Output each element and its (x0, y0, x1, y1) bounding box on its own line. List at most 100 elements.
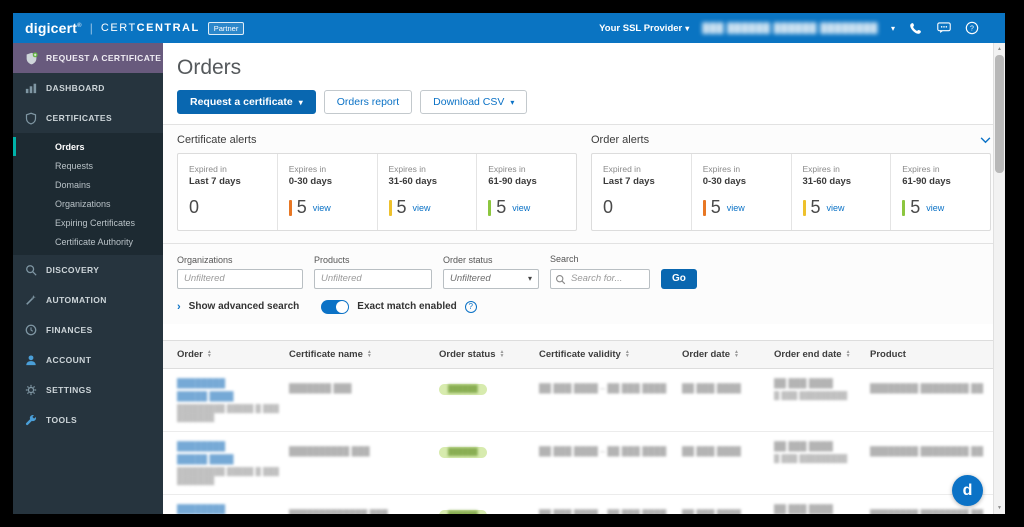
button-label: Download CSV (433, 96, 505, 108)
digicert-chat-bubble[interactable]: d (952, 475, 983, 506)
view-link[interactable]: view (313, 203, 331, 213)
scroll-up-arrow[interactable]: ▲ (994, 43, 1005, 55)
status-badge: ██████ (439, 383, 487, 395)
view-link[interactable]: view (827, 203, 845, 213)
chevron-down-icon: ▾ (527, 274, 532, 283)
sort-icon[interactable]: ▲ ▼ (367, 350, 372, 359)
sidebar-item-certificates[interactable]: CERTIFICATES (13, 103, 163, 133)
account-menu[interactable]: ███ ██████ ██████ ████████ (702, 23, 878, 34)
order-quick-link[interactable]: █████ ████ (177, 391, 289, 401)
digicert-logo: digicert® (25, 20, 82, 36)
sidebar-item-automation[interactable]: AUTOMATION (13, 285, 163, 315)
view-link[interactable]: view (727, 203, 745, 213)
certificate-name: █████████████ ███ (289, 508, 388, 515)
sidebar-label: ACCOUNT (46, 355, 92, 365)
sidebar-item-requests[interactable]: Requests (13, 156, 163, 175)
download-csv-button[interactable]: Download CSV ▾ (420, 90, 528, 114)
order-number-link[interactable]: ████████ (177, 504, 289, 514)
toggle-knob (336, 300, 349, 313)
ssl-provider-menu[interactable]: Your SSL Provider ▾ (599, 23, 689, 34)
brand-logo: digicert® | CERTCENTRAL Partner (25, 20, 245, 36)
column-header-order-status[interactable]: Order status ▲ ▼ (439, 349, 539, 360)
alert-severity-bar (802, 199, 806, 216)
certificate-name: ██████████ ███ (289, 445, 370, 456)
sidebar-item-organizations[interactable]: Organizations (13, 194, 163, 213)
order-number-link[interactable]: ████████ (177, 378, 289, 388)
sidebar-item-discovery[interactable]: DISCOVERY (13, 255, 163, 285)
exact-match-label: Exact match enabled (357, 301, 457, 312)
view-link[interactable]: view (512, 203, 530, 213)
order-date: ██ ███ ████ (682, 508, 741, 515)
show-advanced-search-link[interactable]: Show advanced search (189, 301, 300, 312)
alert-period-label: Expires in (802, 164, 840, 174)
sort-icon[interactable]: ▲ ▼ (734, 350, 739, 359)
alert-cell-31-60: Expires in 31-60 days 5 view (378, 154, 478, 230)
sidebar-item-orders[interactable]: Orders (13, 137, 163, 156)
certificates-submenu: Orders Requests Domains Organizations Ex… (13, 133, 163, 255)
chevron-right-icon: › (177, 300, 181, 313)
request-certificate-button[interactable]: Request a certificate ▾ (177, 90, 316, 114)
sidebar-item-request-a-certificate[interactable]: REQUEST A CERTIFICATE (13, 43, 163, 73)
sidebar-item-dashboard[interactable]: DASHBOARD (13, 73, 163, 103)
alert-count: 5 (710, 197, 721, 217)
sort-icon[interactable]: ▲ ▼ (207, 350, 212, 359)
help-icon[interactable]: ? (964, 21, 979, 36)
alert-cell-61-90: Expires in 61-90 days 5 view (477, 154, 576, 230)
view-link[interactable]: view (413, 203, 431, 213)
collapse-chevron-icon[interactable] (980, 136, 991, 144)
column-header-order-date[interactable]: Order date ▲ ▼ (682, 349, 774, 360)
selected-value: Unfiltered (450, 273, 491, 284)
alert-count: 5 (396, 197, 407, 217)
alert-cell-61-90: Expires in 61-90 days 5 view (891, 154, 990, 230)
view-link[interactable]: view (926, 203, 944, 213)
sidebar-label: DASHBOARD (46, 83, 105, 93)
orders-report-button[interactable]: Orders report (323, 90, 413, 114)
vertical-scrollbar[interactable]: ▲ ▼ (993, 43, 1005, 514)
shield-icon (24, 112, 38, 125)
phone-icon[interactable] (908, 21, 923, 36)
chevron-down-icon[interactable]: ▾ (891, 24, 895, 33)
sidebar-item-account[interactable]: ACCOUNT (13, 345, 163, 375)
certificate-name: ███████ ███ (289, 382, 352, 393)
user-icon (24, 354, 38, 366)
sidebar-item-tools[interactable]: TOOLS (13, 405, 163, 435)
sort-icon[interactable]: ▲ ▼ (846, 350, 851, 359)
sort-icon[interactable]: ▲ ▼ (500, 350, 505, 359)
products-label: Products (314, 254, 350, 265)
chat-icon[interactable] (936, 21, 951, 36)
sidebar-label: DISCOVERY (46, 265, 100, 275)
alert-period-label: Expires in (288, 164, 327, 174)
table-row[interactable]: ████████ █████ ████ █████████ █████ █ ██… (163, 369, 1005, 432)
search-label: Search (550, 254, 579, 264)
gear-icon (24, 384, 38, 396)
organizations-label: Organizations (177, 254, 233, 265)
table-row[interactable]: ████████ █████ ████ █████████ █████ █ ██… (163, 432, 1005, 495)
go-button[interactable]: Go (661, 268, 697, 289)
status-badge: ██████ (439, 509, 487, 514)
column-header-certificate-name[interactable]: Certificate name ▲ ▼ (289, 349, 439, 360)
alert-range-label: 0-30 days (288, 176, 333, 187)
alert-count: 0 (189, 197, 200, 217)
organizations-input[interactable] (177, 268, 303, 289)
table-row[interactable]: ████████ █████ ████ █████████ █████ █ ██… (163, 495, 1005, 515)
column-header-order-end-date[interactable]: Order end date ▲ ▼ (774, 349, 870, 360)
exact-match-toggle[interactable] (321, 299, 350, 314)
scrollbar-thumb[interactable] (995, 55, 1004, 173)
exact-match-help-icon[interactable]: ? (464, 300, 477, 313)
order-status-select[interactable]: Unfiltered ▾ (443, 268, 539, 289)
sidebar-item-finances[interactable]: FINANCES (13, 315, 163, 345)
sidebar-label: CERTIFICATES (46, 113, 113, 123)
order-end-date: ██ ███ ████ (774, 503, 833, 514)
sidebar-item-settings[interactable]: SETTINGS (13, 375, 163, 405)
column-header-order[interactable]: Order ▲ ▼ (177, 349, 289, 360)
sort-icon[interactable]: ▲ ▼ (625, 350, 630, 359)
order-quick-link[interactable]: █████ ████ (177, 454, 289, 464)
sidebar-item-expiring-certificates[interactable]: Expiring Certificates (13, 213, 163, 232)
products-input[interactable] (314, 268, 432, 289)
scroll-down-arrow[interactable]: ▼ (994, 502, 1005, 514)
sidebar-label: SETTINGS (46, 385, 92, 395)
sidebar-item-certificate-authority[interactable]: Certificate Authority (13, 232, 163, 251)
column-header-certificate-validity[interactable]: Certificate validity ▲ ▼ (539, 349, 682, 360)
sidebar-item-domains[interactable]: Domains (13, 175, 163, 194)
order-number-link[interactable]: ████████ (177, 441, 289, 451)
